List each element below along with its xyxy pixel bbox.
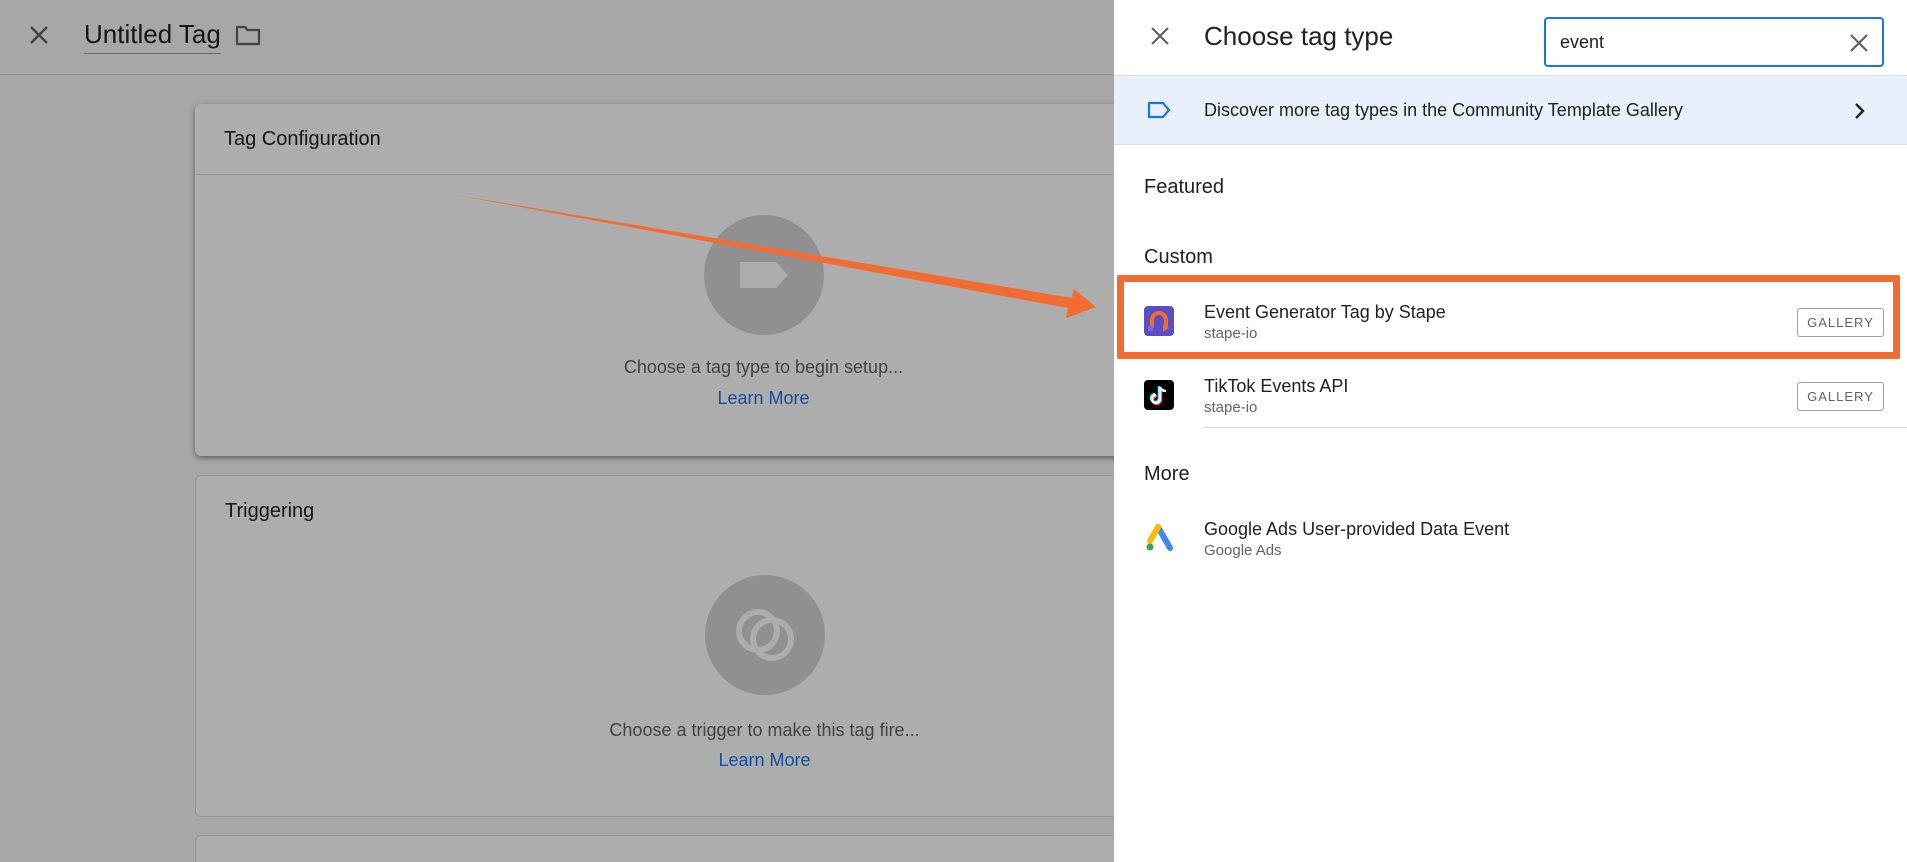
item-subtitle: Google Ads (1204, 542, 1282, 559)
modal-scrim[interactable] (0, 0, 1114, 862)
search-input[interactable] (1560, 30, 1820, 54)
choose-tag-type-panel: Choose tag type Discover more tag types … (1114, 0, 1907, 862)
stape-icon (1144, 306, 1174, 336)
list-item-google-ads-user-data[interactable]: Google Ads User-provided Data Event Goog… (1114, 505, 1907, 571)
clear-icon[interactable] (1848, 32, 1870, 54)
tiktok-icon (1144, 380, 1174, 410)
tag-outline-icon (1147, 101, 1171, 119)
item-title: Event Generator Tag by Stape (1204, 302, 1446, 322)
gallery-badge: GALLERY (1797, 308, 1884, 337)
item-subtitle: stape-io (1204, 325, 1258, 342)
list-item-event-generator[interactable]: Event Generator Tag by Stape stape-io GA… (1114, 288, 1907, 354)
community-gallery-banner[interactable]: Discover more tag types in the Community… (1114, 75, 1907, 145)
section-custom: Custom (1144, 246, 1213, 268)
search-box[interactable] (1544, 17, 1884, 67)
item-title: Google Ads User-provided Data Event (1204, 519, 1510, 539)
google-ads-icon (1146, 524, 1173, 551)
panel-title: Choose tag type (1204, 21, 1394, 51)
chevron-right-icon (1855, 103, 1865, 119)
divider (1204, 427, 1907, 428)
gallery-badge: GALLERY (1797, 382, 1884, 411)
banner-text: Discover more tag types in the Community… (1204, 100, 1683, 120)
item-title: TikTok Events API (1204, 376, 1349, 396)
item-subtitle: stape-io (1204, 399, 1258, 416)
section-featured: Featured (1144, 176, 1225, 198)
close-icon[interactable] (1148, 24, 1172, 48)
list-item-tiktok[interactable]: TikTok Events API stape-io GALLERY (1114, 362, 1907, 428)
section-more: More (1144, 463, 1190, 485)
